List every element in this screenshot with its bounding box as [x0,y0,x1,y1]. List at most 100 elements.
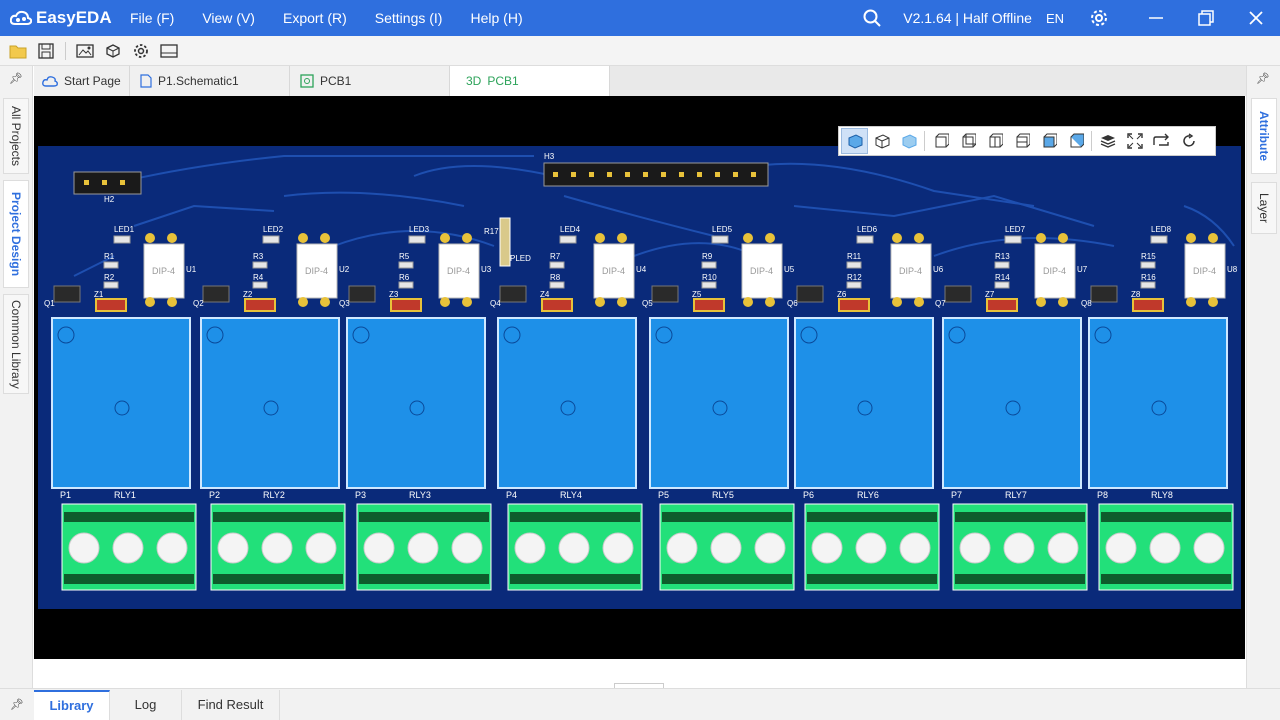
tab-start-page-label: Start Page [64,74,121,88]
pcb-3d-render[interactable]: H2 H3 R17 PLED RLY1 P1 U1 DIP-4 LED1 R1 R2 Q1 Z1 RLY2… [34,96,1245,659]
view-front-icon[interactable] [927,128,954,154]
settings-gear-icon[interactable] [127,38,155,64]
close-icon[interactable] [1248,10,1264,26]
resistor-label: R1 [104,252,115,261]
view-left-icon[interactable] [981,128,1008,154]
optocoupler-label: U4 [636,265,647,274]
zener-part [693,298,725,312]
tab-library[interactable]: Library [34,689,110,720]
canvas-footer [34,659,1245,688]
opto-pad [617,297,627,307]
terminal-label: P7 [951,490,962,500]
opto-pad [1058,233,1068,243]
tab-schematic[interactable]: P1.Schematic1 [130,66,290,96]
layers-icon[interactable] [1094,128,1121,154]
title-right: V2.1.64 | Half Offline EN [851,0,1280,36]
resistor-part [252,281,268,289]
gear-icon[interactable] [1090,9,1108,27]
search-icon[interactable] [863,9,881,27]
3d-export-icon[interactable] [99,38,127,64]
version-text: V2.1.64 | Half Offline [903,10,1032,26]
bottom-pin-icon[interactable]: 📌︎ [0,698,34,711]
zener-label: Z4 [540,290,550,299]
tab-attribute[interactable]: Attribute [1251,98,1277,174]
app-logo: EasyEDA [10,8,120,28]
terminal-label: P3 [355,490,366,500]
3d-viewport[interactable]: H2 H3 R17 PLED RLY1 P1 U1 DIP-4 LED1 R1 R2 Q1 Z1 RLY2… [34,96,1245,659]
resistor-part [1140,261,1156,269]
view-top-icon[interactable] [1035,128,1062,154]
opto-pad [743,233,753,243]
opto-pad [1208,297,1218,307]
opto-pad [167,233,177,243]
panel-toggle-icon[interactable] [155,38,183,64]
right-side-panel: 📌︎ Attribute Layer [1246,66,1280,688]
relay-label: RLY1 [114,490,136,500]
view-wire-icon[interactable] [868,128,895,154]
resistor-label: R12 [847,273,862,282]
transistor-label: Q6 [787,299,798,308]
view-right-icon[interactable] [1008,128,1035,154]
header-pin [751,172,756,177]
zener-part [838,298,870,312]
zener-label: Z8 [1131,290,1141,299]
relay-body [346,317,486,489]
pin-icon[interactable]: 📌︎ [9,72,23,85]
language-selector[interactable]: EN [1046,11,1064,26]
tab-start-page[interactable]: Start Page [34,66,130,96]
menu-settings[interactable]: Settings (I) [375,10,443,26]
menu-help[interactable]: Help (H) [470,10,522,26]
save-icon[interactable] [32,38,60,64]
header-pin [84,180,89,185]
tab-layer[interactable]: Layer [1251,182,1277,234]
view-transparent-icon[interactable] [895,128,922,154]
zener-label: Z2 [243,290,253,299]
led-label: LED5 [712,225,733,234]
tab-log[interactable]: Log [110,689,182,720]
tab-pcb[interactable]: PCB1 [290,66,450,96]
tab-project-design-label: Project Design [9,191,23,277]
led-label: LED7 [1005,225,1026,234]
tab-common-library[interactable]: Common Library [3,294,29,394]
terminal-screw [959,532,991,564]
tab-project-design[interactable]: Project Design [3,180,29,288]
terminal-screw [602,532,634,564]
view-solid-icon[interactable] [841,128,868,154]
opto-pad [320,297,330,307]
view-bottom-icon[interactable] [1062,128,1089,154]
resistor-part [1140,281,1156,289]
led-part [1150,235,1168,244]
resistor-part [549,281,565,289]
tab-find-result[interactable]: Find Result [182,689,280,720]
menu-export[interactable]: Export (R) [283,10,347,26]
terminal-screw [754,532,786,564]
folder-icon[interactable] [4,38,32,64]
restore-icon[interactable] [1198,10,1214,26]
tab-all-projects[interactable]: All Projects [3,98,29,174]
optocoupler-label: U8 [1227,265,1238,274]
right-pin-icon[interactable]: 📌︎ [1256,72,1270,85]
opto-pad [743,297,753,307]
menu-file[interactable]: File (F) [130,10,174,26]
header-pin [571,172,576,177]
terminal-screw [1193,532,1225,564]
fit-view-icon[interactable] [1121,128,1148,154]
resistor-label: R15 [1141,252,1156,261]
minimize-icon[interactable] [1148,10,1164,26]
header-pin [697,172,702,177]
optocoupler-label: U3 [481,265,492,274]
image-export-icon[interactable] [71,38,99,64]
relay-body [942,317,1082,489]
transistor-part [1090,285,1118,303]
menu-view[interactable]: View (V) [202,10,255,26]
rotate-flip-icon[interactable] [1148,128,1175,154]
tab-3d-pcb[interactable]: 3D PCB1 [450,66,610,96]
view-toolbar-divider [924,131,925,151]
view-back-icon[interactable] [954,128,981,154]
terminal-strip [64,574,194,584]
auto-rotate-icon[interactable] [1175,128,1202,154]
resistor-label: R2 [104,273,115,282]
resistor-label: R3 [253,252,264,261]
zener-part [541,298,573,312]
tab-common-library-label: Common Library [9,299,23,389]
